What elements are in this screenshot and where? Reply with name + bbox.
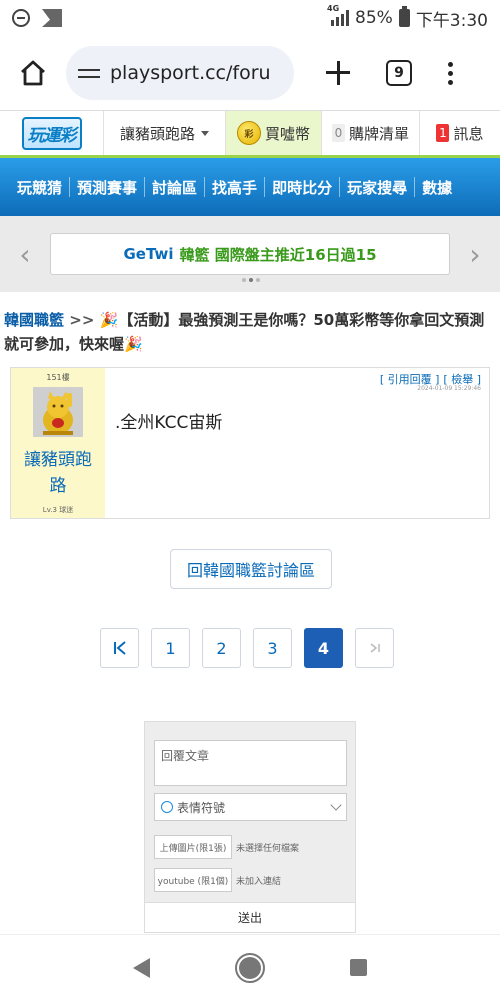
home-circle-icon[interactable] [234, 952, 265, 983]
nav-item-forum[interactable]: 討論區 [145, 158, 204, 216]
youtube-row: youtube (限1個) 未加入連結 [154, 868, 281, 892]
upload-image-button[interactable]: 上傳圖片(限1張) [154, 835, 232, 859]
user-dropdown[interactable]: 讓豬頭跑路 [104, 111, 226, 155]
forum-post: 151樓 讓豬頭跑路 Lv.3 球迷 [ 引用回覆 ] [ 檢舉 ] 2024-… [10, 367, 490, 519]
image-upload-row: 上傳圖片(限1張) 未選擇任何檔案 [154, 835, 299, 859]
new-tab-button[interactable] [320, 55, 356, 91]
back-icon[interactable] [132, 957, 150, 978]
network-type: 4G [327, 4, 340, 13]
nav-item-stats[interactable]: 數據 [415, 158, 459, 216]
home-button[interactable] [10, 50, 56, 96]
site-header: 玩運彩 讓豬頭跑路 彩 買噓幣 0 購牌清單 1 訊息 [0, 110, 500, 158]
home-icon [21, 60, 45, 86]
url-text: playsport.cc/foru [110, 62, 271, 84]
pagination: 1 2 3 4 [100, 628, 394, 668]
lucky-cat-avatar-icon [33, 387, 83, 437]
carousel-text: 韓籃 國際盤主推近16日過15 [179, 245, 377, 264]
tab-switcher-button[interactable]: 9 [386, 60, 412, 86]
site-logo[interactable]: 玩運彩 [0, 111, 104, 155]
emoji-select-label: 表情符號 [177, 800, 226, 815]
coin-icon: 彩 [236, 121, 261, 145]
signal-icon: 4G [327, 4, 350, 26]
first-page-icon [113, 641, 126, 655]
youtube-status: 未加入連結 [236, 876, 282, 887]
status-bar: 4G 85% 下午3:30 [0, 0, 500, 36]
party-emoji: 🎉 [124, 335, 143, 353]
page-button-1[interactable]: 1 [151, 628, 190, 668]
reply-form: 回覆文章 表情符號 上傳圖片(限1張) 未選擇任何檔案 youtube (限1個… [144, 721, 356, 933]
user-level: Lv.3 球迷 [42, 506, 74, 514]
post-timestamp: 2024-01-09 15:29:46 [417, 385, 481, 392]
chevron-down-icon [330, 799, 342, 811]
page-button-current[interactable]: 4 [304, 628, 343, 668]
emoji-select[interactable]: 表情符號 [154, 793, 347, 821]
nav-item-guess[interactable]: 玩競猜 [10, 158, 69, 216]
cart-label: 購牌清單 [348, 124, 409, 143]
reply-textarea[interactable]: 回覆文章 [154, 740, 347, 786]
cart-button[interactable]: 0 購牌清單 [322, 111, 420, 155]
carousel-author: GeTwi [123, 245, 174, 263]
data-saver-icon [12, 9, 30, 27]
last-page-icon [370, 643, 380, 653]
promo-carousel: ‹ GeTwi 韓籃 國際盤主推近16日過15 › [0, 216, 500, 292]
youtube-link-button[interactable]: youtube (限1個) [154, 868, 232, 892]
clock: 下午3:30 [415, 10, 488, 31]
buy-coins-label: 買噓幣 [264, 124, 310, 143]
site-settings-icon[interactable] [78, 62, 100, 84]
caret-down-icon [201, 130, 209, 136]
messages-label: 訊息 [453, 124, 484, 143]
carousel-indicator [242, 278, 260, 282]
post-author-name[interactable]: 讓豬頭跑路 [18, 447, 98, 499]
party-emoji: 🎉 [99, 311, 119, 329]
thread-title: 韓國職籃 >> 🎉【活動】最強預測王是你嗎？50萬彩幣等你拿回文預測就可參加，快… [4, 308, 496, 356]
last-page-button [355, 628, 394, 668]
browser-toolbar: playsport.cc/foru 9 [0, 36, 500, 110]
battery-icon [398, 6, 410, 27]
post-content: .全州KCC宙斯 [115, 413, 223, 433]
image-notification-icon [42, 9, 62, 27]
messages-button[interactable]: 1 訊息 [420, 111, 500, 155]
back-to-board-button[interactable]: 回韓國職籃討論區 [170, 549, 332, 589]
buy-coins-button[interactable]: 彩 買噓幣 [226, 111, 322, 155]
breadcrumb-board-link[interactable]: 韓國職籃 [4, 311, 64, 329]
upload-image-status: 未選擇任何檔案 [236, 843, 300, 854]
carousel-prev-icon[interactable]: ‹ [0, 238, 50, 271]
messages-count-badge: 1 [436, 124, 450, 142]
send-button[interactable]: 送出 [145, 902, 355, 932]
nav-item-livescore[interactable]: 即時比分 [265, 158, 339, 216]
smile-icon [161, 801, 173, 813]
header-username: 讓豬頭跑路 [119, 124, 195, 143]
avatar[interactable] [33, 387, 83, 437]
browser-menu-button[interactable] [446, 61, 454, 85]
post-author-panel: 151樓 讓豬頭跑路 Lv.3 球迷 [11, 368, 105, 518]
page-button-2[interactable]: 2 [202, 628, 241, 668]
nav-item-player-search[interactable]: 玩家搜尋 [340, 158, 414, 216]
post-floor: 151樓 [46, 373, 70, 382]
battery-percent: 85% [355, 8, 393, 28]
nav-item-experts[interactable]: 找高手 [205, 158, 264, 216]
nav-item-predict[interactable]: 預測賽事 [70, 158, 144, 216]
logo-text: 玩運彩 [21, 116, 82, 150]
address-bar[interactable]: playsport.cc/foru [66, 46, 294, 100]
main-nav: 玩競猜 預測賽事 討論區 找高手 即時比分 玩家搜尋 數據 [0, 158, 500, 216]
recent-apps-icon[interactable] [350, 959, 368, 976]
cart-count-badge: 0 [331, 124, 345, 142]
page-button-3[interactable]: 3 [253, 628, 292, 668]
system-nav-bar [0, 934, 500, 1000]
carousel-next-icon[interactable]: › [450, 238, 500, 271]
carousel-slide[interactable]: GeTwi 韓籃 國際盤主推近16日過15 [50, 233, 450, 275]
first-page-button[interactable] [100, 628, 139, 668]
breadcrumb-separator: >> [69, 311, 95, 329]
